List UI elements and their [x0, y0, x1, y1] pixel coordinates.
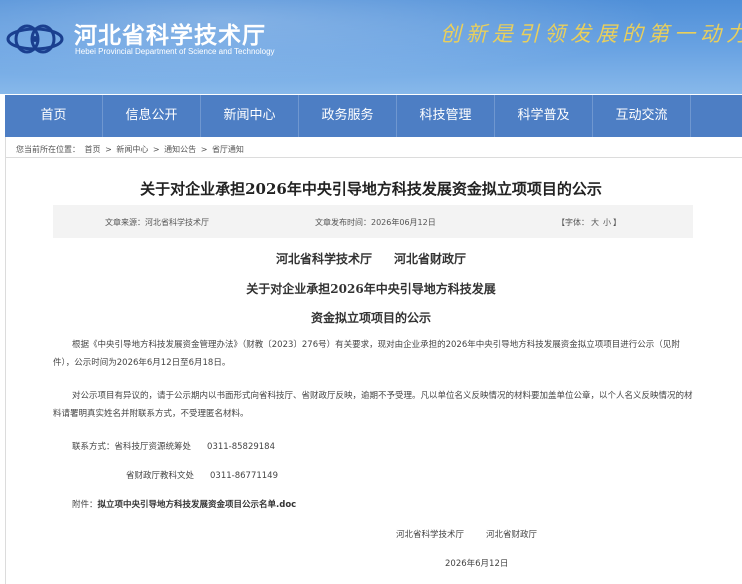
nav-item-interaction[interactable]: 互动交流: [593, 95, 691, 137]
contact1-phone: 0311-85829184: [207, 442, 275, 452]
nav-item-info-disclosure[interactable]: 信息公开: [103, 95, 201, 137]
notice-heading-line2: 资金拟立项项目的公示: [310, 311, 431, 325]
issuing-org-sci-tech: 河北省科学技术厅: [275, 252, 372, 266]
nav-item-tech-management[interactable]: 科技管理: [397, 95, 495, 137]
nav-item-news-center[interactable]: 新闻中心: [201, 95, 299, 137]
department-logo-icon[interactable]: [6, 22, 64, 56]
attachment-line: 附件：拟立项中央引导地方科技发展资金项目公示名单.doc: [72, 498, 296, 510]
breadcrumb-divider: [5, 157, 742, 158]
contact-label: 联系方式：: [72, 442, 115, 452]
article-source: 文章来源：河北省科学技术厅: [105, 218, 209, 227]
slogan: 创新是引领发展的第一动力: [440, 22, 742, 46]
font-small-button[interactable]: 小: [603, 218, 611, 227]
contact2-phone: 0311-86771149: [210, 471, 278, 481]
signature-date: 2026年6月12日: [445, 559, 509, 569]
breadcrumb-separator: >: [105, 145, 112, 154]
contact1-unit: 省科技厅资源统筹处: [114, 442, 192, 452]
font-large-button[interactable]: 大: [591, 218, 599, 227]
nav-item-home[interactable]: 首页: [5, 95, 103, 137]
breadcrumb-dept-notices[interactable]: 省厅通知: [212, 145, 244, 154]
signature-orgs: 河北省科学技术厅 河北省财政厅: [396, 528, 537, 540]
nav-item-science-popularization[interactable]: 科学普及: [495, 95, 593, 137]
breadcrumb-home[interactable]: 首页: [85, 145, 101, 154]
notice-heading-line1: 关于对企业承担2026年中央引导地方科技发展: [246, 282, 496, 296]
article-title: 关于对企业承担2026年中央引导地方科技发展资金拟立项项目的公示: [140, 180, 602, 198]
nav-filler: [691, 95, 742, 137]
signature-org-sci-tech: 河北省科学技术厅: [396, 530, 465, 540]
attachment-label: 附件：: [72, 500, 98, 510]
issuing-orgs: 河北省科学技术厅 河北省财政厅: [0, 250, 742, 267]
contact2-unit: 省财政厅教科文处: [126, 471, 195, 481]
nav-item-government-services[interactable]: 政务服务: [299, 95, 397, 137]
article-meta-bar: 文章来源：河北省科学技术厅 文章发布时间：2026年06月12日 【字体：大小】: [53, 205, 693, 238]
main-nav: 首页 信息公开 新闻中心 政务服务 科技管理 科学普及 互动交流: [5, 95, 742, 137]
site-subtitle: Hebei Provincial Department of Science a…: [75, 47, 275, 56]
body-paragraph-2: 对公示项目有异议的，请于公示期内以书面形式向省科技厅、省财政厅反映，逾期不予受理…: [53, 391, 693, 419]
site-title[interactable]: 河北省科学技术厅: [74, 16, 266, 50]
article-publish-date: 文章发布时间：2026年06月12日: [315, 218, 436, 227]
breadcrumb-separator: >: [152, 145, 160, 154]
contact-line-1: 联系方式：省科技厅资源统筹处 0311-85829184: [72, 440, 275, 452]
font-size-end: 】: [613, 218, 621, 227]
breadcrumb-separator: >: [200, 145, 208, 154]
site-header: 河北省科学技术厅 Hebei Provincial Department of …: [0, 0, 742, 94]
breadcrumb: 您当前所在位置： 首页 > 新闻中心 > 通知公告 > 省厅通知: [16, 144, 246, 155]
breadcrumb-prefix: 您当前所在位置：: [16, 145, 80, 154]
font-size-label: 【字体：: [557, 218, 589, 227]
issuing-org-finance: 河北省财政厅: [394, 252, 467, 266]
attachment-link[interactable]: 拟立项中央引导地方科技发展资金项目公示名单.doc: [98, 500, 297, 510]
breadcrumb-notices[interactable]: 通知公告: [164, 145, 196, 154]
font-size-control: 【字体：大小】: [557, 217, 621, 228]
breadcrumb-news-center[interactable]: 新闻中心: [116, 145, 148, 154]
signature-org-finance: 河北省财政厅: [486, 530, 538, 540]
contact-line-2: 省财政厅教科文处 0311-86771149: [126, 469, 278, 481]
content-border: [5, 95, 6, 584]
body-paragraph-1: 根据《中央引导地方科技发展资金管理办法》（财教〔2023〕276号）有关要求，现…: [53, 340, 680, 368]
